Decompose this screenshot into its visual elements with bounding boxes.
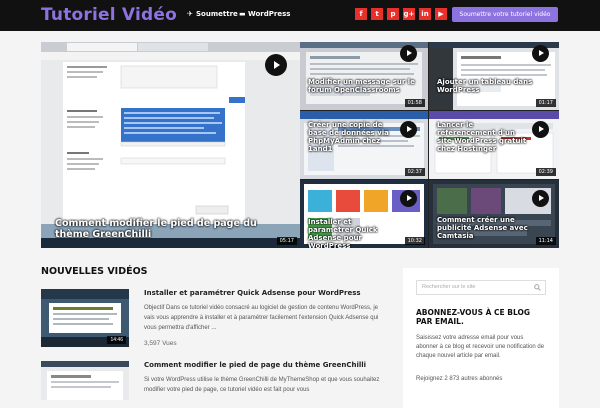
list-item: Comment modifier le pied de page du thèm… [41,361,381,400]
submit-tutorial-button[interactable]: Soumettre votre tutoriel vidéo [452,7,558,22]
video-title[interactable]: Lancer le référencement d'un site WordPr… [437,121,531,153]
featured-video-tile[interactable]: Modifier un message sur le forum OpenCla… [300,42,428,110]
nav-item-soumettre[interactable]: ✈ Soumettre [187,10,238,18]
facebook-icon[interactable]: f [355,8,367,20]
post-excerpt: Objectif Dans ce tutoriel vidéo consacré… [144,305,379,331]
youtube-icon[interactable]: ▶ [435,8,447,20]
video-title[interactable]: Comment modifier le pied de page du thèm… [55,218,275,241]
video-title[interactable]: Ajouter un tableau dans WordPress [437,78,551,94]
subscriber-count: Rejoignez 2 873 autres abonnés [416,376,503,382]
pinterest-icon[interactable]: p [387,8,399,20]
rocket-icon: ✈ [187,10,193,18]
nav-item-label: Soumettre [196,10,238,18]
search-input[interactable]: Rechercher sur le site [416,280,546,295]
section-title: NOUVELLES VIDÉOS [41,266,148,277]
video-duration: 11:14 [535,237,556,245]
search-icon[interactable] [534,284,541,291]
video-title[interactable]: Comment créer une publicité Adsense avec… [437,216,537,240]
play-icon[interactable] [532,121,549,138]
video-duration: 10:32 [404,237,425,245]
post-excerpt: Si votre WordPress utilise le thème Gree… [144,377,380,393]
google-plus-icon[interactable]: g+ [403,8,415,20]
featured-video-tile[interactable]: Créer une copie de base de données via P… [300,111,428,179]
video-thumbnail [41,361,129,400]
play-icon[interactable] [265,54,287,76]
twitter-icon[interactable]: t [371,8,383,20]
featured-video-tile[interactable]: Installer et paramétrer Quick Adsense po… [300,180,428,248]
site-header: Tutoriel Vidéo ✈ Soumettre ▬ WordPress f t… [0,0,600,31]
linkedin-icon[interactable]: in [419,8,431,20]
video-title[interactable]: Modifier un message sur le forum OpenCla… [308,78,420,94]
video-duration: 01:17 [535,99,556,107]
site-logo[interactable]: Tutoriel Vidéo [41,5,177,25]
list-item: 14:46 Installer et paramétrer Quick Adse… [41,289,381,351]
play-icon[interactable] [532,45,549,62]
video-title[interactable]: Créer une copie de base de données via P… [308,121,398,153]
monitor-icon: ▬ [239,10,246,18]
nav-item-wordpress[interactable]: ▬ WordPress [239,10,290,18]
play-icon[interactable] [400,121,417,138]
post-thumbnail[interactable]: 14:46 [41,289,129,347]
video-duration: 02:39 [535,168,556,176]
post-title[interactable]: Installer et paramétrer Quick Adsense po… [144,289,361,297]
video-duration: 05:17 [276,237,297,245]
subscribe-text: Saisissez votre adresse email pour vous … [416,335,545,359]
post-title[interactable]: Comment modifier le pied de page du thèm… [144,361,366,369]
featured-videos-gallery: Comment modifier le pied de page du thèm… [41,42,559,248]
featured-video-tile[interactable]: Lancer le référencement d'un site WordPr… [429,111,559,179]
featured-video-tile[interactable]: Ajouter un tableau dans WordPress 01:17 [429,42,559,110]
play-icon[interactable] [400,45,417,62]
search-placeholder: Rechercher sur le site [422,284,476,290]
nav-item-label: WordPress [248,10,291,18]
video-duration: 14:46 [107,336,126,344]
post-views: 3,597 Vues [144,340,177,347]
featured-video-tile[interactable]: Comment créer une publicité Adsense avec… [429,180,559,248]
video-duration: 02:37 [404,168,425,176]
video-duration: 01:58 [404,99,425,107]
featured-video-main[interactable]: Comment modifier le pied de page du thèm… [41,42,300,248]
play-icon[interactable] [532,190,549,207]
video-title[interactable]: Installer et paramétrer Quick Adsense po… [308,218,392,248]
sidebar: Rechercher sur le site ABONNEZ-VOUS À CE… [403,268,559,408]
play-icon[interactable] [400,190,417,207]
subscribe-title: ABONNEZ-VOUS À CE BLOG PAR EMAIL. [416,308,531,326]
post-thumbnail[interactable] [41,361,129,400]
